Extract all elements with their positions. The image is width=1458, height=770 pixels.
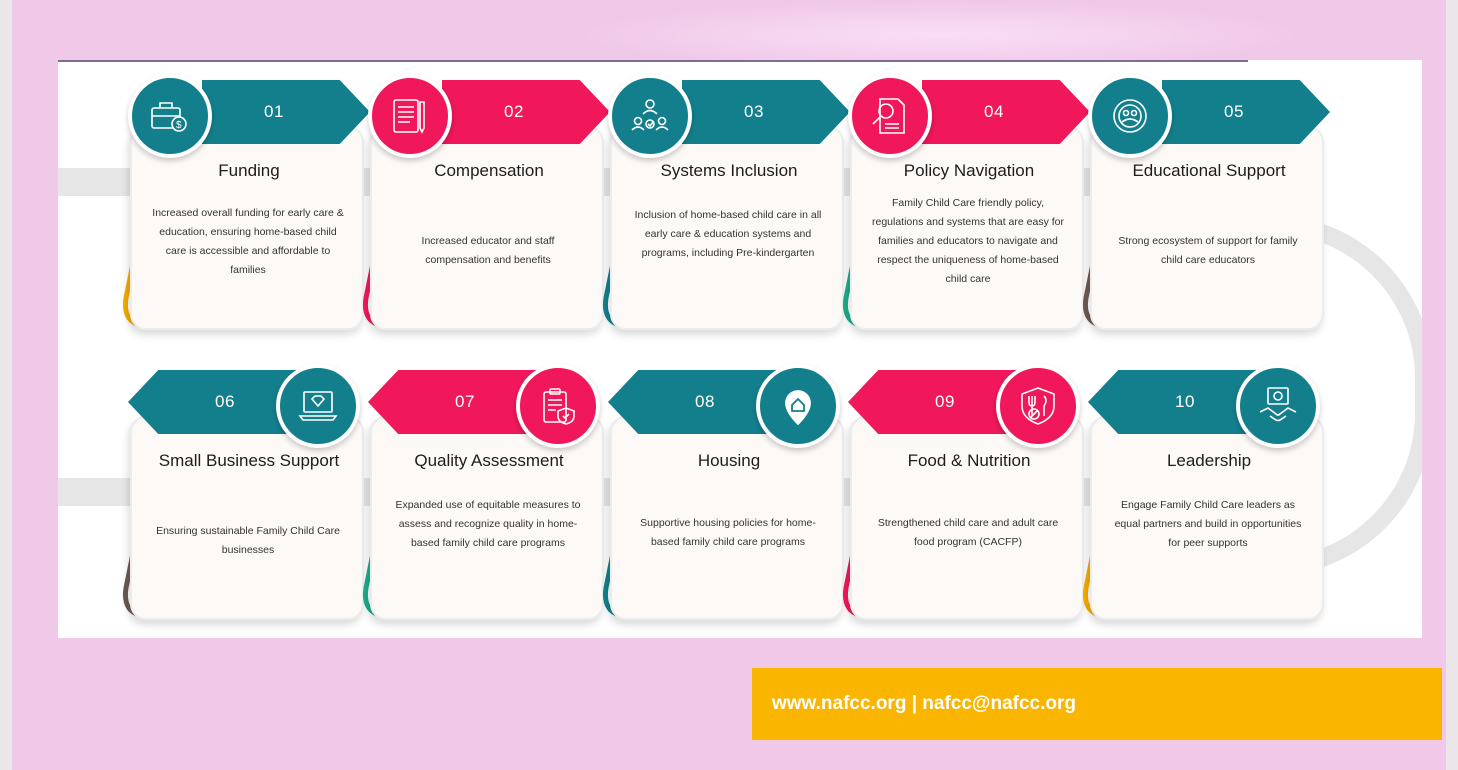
step-title: Leadership: [1166, 451, 1252, 470]
document-pencil-icon: [393, 99, 425, 134]
step-badge: [516, 364, 600, 448]
food-utensils-icon: [1021, 387, 1055, 425]
step-description: Increased overall funding for early care…: [152, 207, 344, 276]
step-card: [130, 416, 364, 620]
step-03: 03 Systems Inclusion Inclusion of home-b…: [596, 72, 856, 340]
step-description: Engage Family Child Care leaders as equa…: [1114, 499, 1302, 549]
support-circle-icon: [1113, 99, 1147, 133]
step-title: Small Business Support: [158, 451, 340, 470]
step-number: 05: [1162, 80, 1330, 144]
step-number: 03: [682, 80, 850, 144]
step-number: 07: [368, 370, 536, 434]
step-title: Funding: [218, 161, 280, 180]
step-title: Food & Nutrition: [907, 451, 1031, 470]
step-badge: [1088, 74, 1172, 158]
step-number: 02: [442, 80, 610, 144]
step-description: Family Child Care friendly policy, regul…: [871, 197, 1064, 285]
window-edge-right: [1446, 0, 1458, 770]
panel-top-rule: [58, 60, 1248, 62]
step-description: Supportive housing policies for home-bas…: [640, 517, 816, 548]
step-badge: $: [128, 74, 212, 158]
step-07: 07 Quality Assessment Expanded use of eq…: [356, 362, 616, 630]
step-number: 08: [608, 370, 776, 434]
step-number: 04: [922, 80, 1090, 144]
step-description: Expanded use of equitable measures to as…: [395, 499, 581, 549]
step-badge: [996, 364, 1080, 448]
money-briefcase-icon: $: [151, 102, 187, 132]
step-04: 04 Policy Navigation Family Child Care f…: [836, 72, 1096, 340]
step-description: Ensuring sustainable Family Child Care b…: [156, 525, 340, 556]
step-title: Systems Inclusion: [660, 161, 798, 180]
step-badge: [608, 74, 692, 158]
step-description: Increased educator and staff compensatio…: [421, 235, 555, 266]
step-number: 09: [848, 370, 1016, 434]
clipboard-shield-icon: [543, 388, 575, 425]
document-magnifier-icon: [872, 98, 905, 134]
step-08: 08 Housing Supportive housing policies f…: [596, 362, 856, 630]
svg-text:$: $: [176, 120, 182, 131]
step-title: Housing: [697, 451, 761, 470]
step-badge: [756, 364, 840, 448]
step-title: Educational Support: [1132, 161, 1286, 180]
step-description: Inclusion of home-based child care in al…: [634, 209, 822, 259]
step-number: 10: [1088, 370, 1256, 434]
step-02: 02 Compensation Increased educator and s…: [356, 72, 616, 340]
step-badge: [276, 364, 360, 448]
step-badge: [368, 74, 452, 158]
step-title: Quality Assessment: [414, 451, 564, 470]
house-location-icon: [785, 390, 811, 426]
step-title: Compensation: [434, 161, 544, 180]
step-01: 01 $ Funding Increased overall funding f…: [116, 72, 376, 340]
step-badge: [848, 74, 932, 158]
step-09: 09 Food & Nutrition Strengthened child c…: [836, 362, 1096, 630]
step-05: 05 Educational Support Strong ecosystem …: [1076, 72, 1336, 340]
step-badge: [1236, 364, 1320, 448]
step-title: Policy Navigation: [903, 161, 1035, 180]
contact-footer: www.nafcc.org | nafcc@nafcc.org: [752, 668, 1442, 740]
people-network-icon: [631, 99, 669, 131]
laptop-diamond-icon: [298, 391, 338, 421]
step-number: 01: [202, 80, 370, 144]
step-number: 06: [128, 370, 296, 434]
step-10: 10 Leadership Engage Family Child Care l…: [1076, 362, 1336, 630]
step-06: 06 Small Business Support Ensuring susta…: [116, 362, 376, 630]
infographic-panel: 01 $ Funding Increased overall funding f…: [58, 60, 1422, 638]
window-edge-left: [0, 0, 12, 770]
step-description: Strengthened child care and adult care f…: [877, 517, 1059, 548]
handshake-certificate-icon: [1259, 387, 1297, 422]
step-description: Strong ecosystem of support for family c…: [1118, 235, 1298, 266]
